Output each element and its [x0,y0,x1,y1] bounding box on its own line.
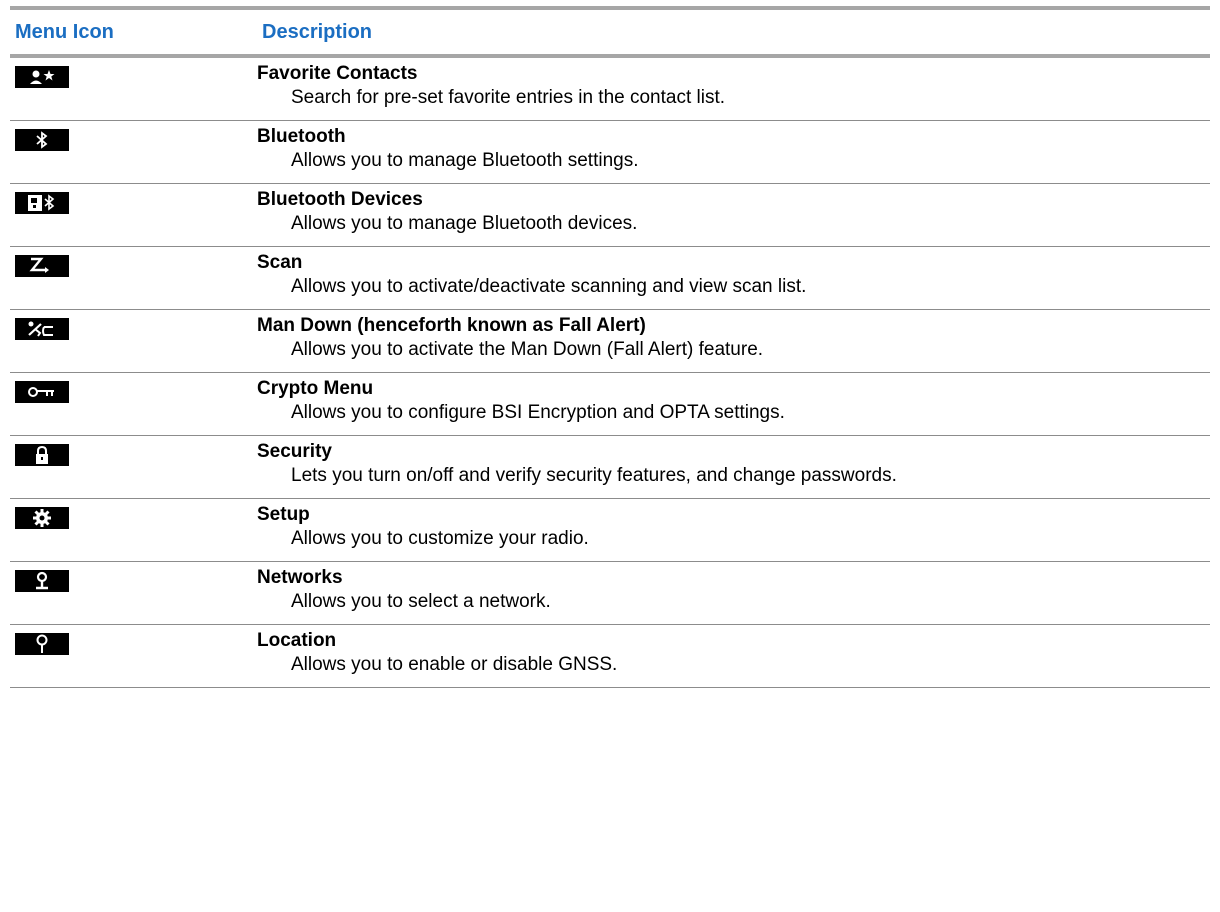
row-title: Setup [257,504,310,525]
row-description: Search for pre-set favorite entries in t… [291,87,726,108]
favorite-contacts-icon [15,66,69,88]
row-title: Location [257,630,337,651]
table-row: Man Down (henceforth known as Fall Alert… [10,310,1210,373]
network-icon [15,570,69,592]
row-title: Networks [257,567,343,588]
key-icon [15,381,69,403]
row-description: Allows you to configure BSI Encryption a… [291,402,785,423]
row-title: Security [257,441,332,462]
row-title: Man Down (henceforth known as Fall Alert… [257,315,646,336]
menu-icon-table: Menu Icon Description Favorite Contacts … [10,6,1210,688]
table-row: Bluetooth Devices Allows you to manage B… [10,184,1210,247]
row-description: Allows you to activate the Man Down (Fal… [291,339,764,360]
row-title: Favorite Contacts [257,63,418,84]
row-description: Allows you to manage Bluetooth devices. [291,213,638,234]
table-header: Menu Icon Description [10,10,1210,58]
row-description: Allows you to activate/deactivate scanni… [291,276,807,297]
header-menu-icon: Menu Icon [15,20,114,43]
scan-icon [15,255,69,277]
header-description: Description [262,20,373,43]
row-description: Allows you to customize your radio. [291,528,589,549]
table-row: Networks Allows you to select a network. [10,562,1210,625]
table-row: Setup Allows you to customize your radio… [10,499,1210,562]
row-title: Bluetooth [257,126,346,147]
table-row: Bluetooth Allows you to manage Bluetooth… [10,121,1210,184]
table-row: Crypto Menu Allows you to configure BSI … [10,373,1210,436]
row-description: Allows you to enable or disable GNSS. [291,654,618,675]
row-description: Lets you turn on/off and verify security… [291,465,897,486]
row-title: Crypto Menu [257,378,374,399]
table-row: Location Allows you to enable or disable… [10,625,1210,688]
bluetooth-icon [15,129,69,151]
row-title: Bluetooth Devices [257,189,423,210]
lock-icon [15,444,69,466]
row-title: Scan [257,252,303,273]
row-description: Allows you to manage Bluetooth settings. [291,150,639,171]
bluetooth-devices-icon [15,192,69,214]
man-down-icon [15,318,69,340]
table-row: Scan Allows you to activate/deactivate s… [10,247,1210,310]
table-row: Security Lets you turn on/off and verify… [10,436,1210,499]
location-pin-icon [15,633,69,655]
gear-icon [15,507,69,529]
row-description: Allows you to select a network. [291,591,551,612]
table-row: Favorite Contacts Search for pre-set fav… [10,58,1210,121]
